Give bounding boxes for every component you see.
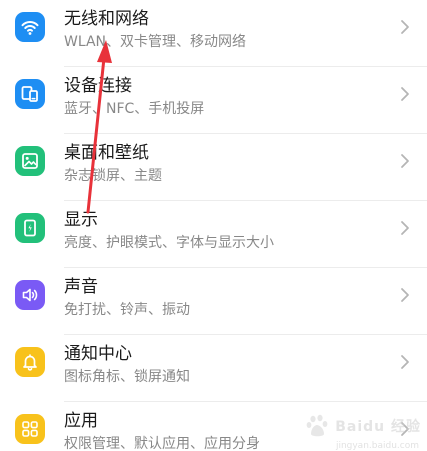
settings-item-title: 显示 xyxy=(64,210,98,230)
chevron-right-icon xyxy=(401,355,409,369)
baidu-paw-icon xyxy=(306,414,328,437)
wallpaper-icon xyxy=(15,146,45,176)
settings-item-notification-center[interactable]: 通知中心 图标角标、锁屏通知 xyxy=(0,335,427,402)
display-icon xyxy=(15,213,45,243)
settings-item-subtitle: WLAN、双卡管理、移动网络 xyxy=(64,34,247,50)
baidu-watermark: Baidu 经验 xyxy=(305,413,421,439)
settings-item-title: 声音 xyxy=(64,277,98,297)
settings-item-home-wallpaper[interactable]: 桌面和壁纸 杂志锁屏、主题 xyxy=(0,134,427,201)
watermark-subtext: jingyan.baidu.com xyxy=(335,441,419,451)
device-connection-icon xyxy=(15,79,45,109)
settings-item-subtitle: 杂志锁屏、主题 xyxy=(64,168,162,184)
apps-grid-icon xyxy=(15,414,45,444)
settings-item-wireless-network[interactable]: 无线和网络 WLAN、双卡管理、移动网络 xyxy=(0,0,427,67)
settings-item-title: 应用 xyxy=(64,411,98,431)
settings-item-title: 设备连接 xyxy=(64,76,132,96)
settings-item-device-connection[interactable]: 设备连接 蓝牙、NFC、手机投屏 xyxy=(0,67,427,134)
bell-icon xyxy=(15,347,45,377)
settings-item-display[interactable]: 显示 亮度、护眼模式、字体与显示大小 xyxy=(0,201,427,268)
wifi-icon xyxy=(15,12,45,42)
watermark-text: Baidu 经验 xyxy=(335,419,421,435)
settings-screen: 无线和网络 WLAN、双卡管理、移动网络 设备连接 蓝牙、NFC、手机投屏 桌面… xyxy=(0,0,427,451)
settings-item-title: 无线和网络 xyxy=(64,9,149,29)
chevron-right-icon xyxy=(401,154,409,168)
settings-item-title: 桌面和壁纸 xyxy=(64,143,149,163)
chevron-right-icon xyxy=(401,20,409,34)
settings-item-title: 通知中心 xyxy=(64,344,132,364)
chevron-right-icon xyxy=(401,221,409,235)
settings-item-subtitle: 免打扰、铃声、振动 xyxy=(64,302,190,318)
chevron-right-icon xyxy=(401,288,409,302)
sound-icon xyxy=(15,280,45,310)
settings-item-subtitle: 亮度、护眼模式、字体与显示大小 xyxy=(64,235,274,251)
settings-item-sound[interactable]: 声音 免打扰、铃声、振动 xyxy=(0,268,427,335)
settings-item-subtitle: 蓝牙、NFC、手机投屏 xyxy=(64,101,205,117)
settings-item-subtitle: 图标角标、锁屏通知 xyxy=(64,369,190,385)
chevron-right-icon xyxy=(401,87,409,101)
settings-item-subtitle: 权限管理、默认应用、应用分身 xyxy=(64,436,260,451)
